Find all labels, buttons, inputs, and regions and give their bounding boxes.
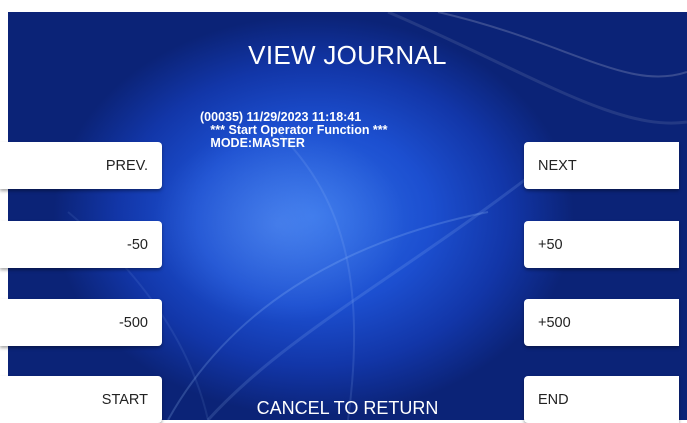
minus-50-button[interactable]: -50 <box>0 221 162 268</box>
next-button[interactable]: NEXT <box>524 142 679 189</box>
plus-500-button[interactable]: +500 <box>524 299 679 346</box>
atm-screen: VIEW JOURNAL (00035) 11/29/2023 11:18:41… <box>8 12 687 420</box>
journal-line: MODE:MASTER <box>200 136 305 150</box>
end-button[interactable]: END <box>524 376 679 423</box>
background-swoosh-decoration <box>67 12 687 420</box>
minus-500-button[interactable]: -500 <box>0 299 162 346</box>
start-button[interactable]: START <box>0 376 162 423</box>
prev-button[interactable]: PREV. <box>0 142 162 189</box>
screen-title: VIEW JOURNAL <box>248 40 447 70</box>
plus-50-button[interactable]: +50 <box>524 221 679 268</box>
journal-entry: (00035) 11/29/2023 11:18:41 *** Start Op… <box>200 111 388 150</box>
